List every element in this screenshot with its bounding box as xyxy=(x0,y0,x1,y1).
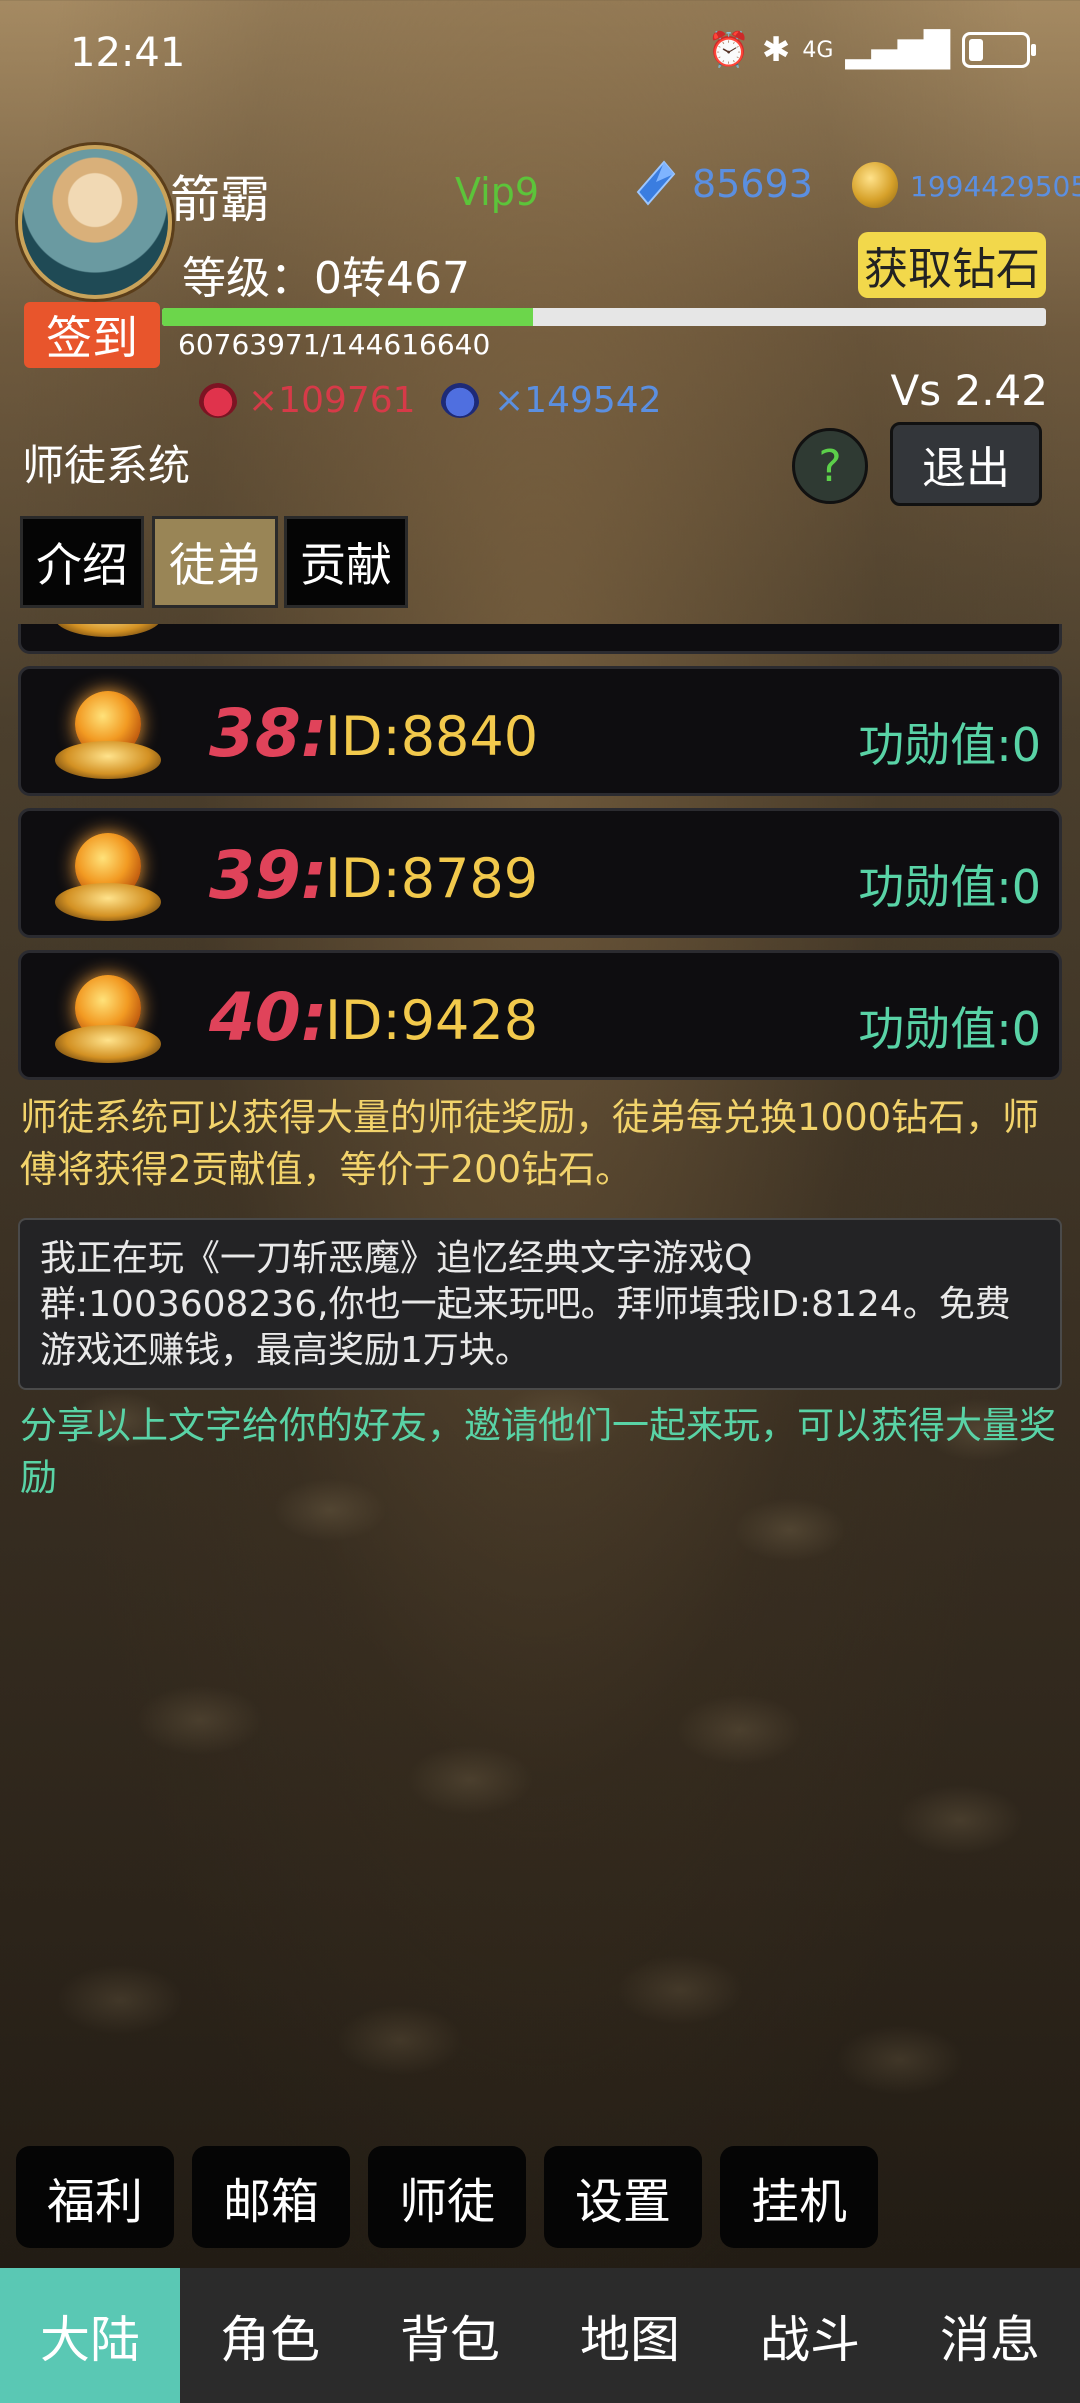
blue-potion-icon xyxy=(440,378,480,418)
mailbox-button[interactable]: 邮箱 xyxy=(192,2146,350,2248)
list-item[interactable]: 39: ID:8789 功勋值:0 xyxy=(18,808,1062,938)
disciple-merit: 功勋值:0 xyxy=(858,1002,1041,1056)
bottom-nav: 大陆 角色 背包 地图 战斗 消息 xyxy=(0,2268,1080,2403)
player-name: 箭霸 xyxy=(170,171,270,229)
alarm-icon: ⏰ xyxy=(707,30,750,70)
disciple-merit: 功勋值:0 xyxy=(858,718,1041,772)
system-description: 师徒系统可以获得大量的师徒奖励，徒弟每兑换1000钻石，师傅将获得2贡献值，等价… xyxy=(20,1096,1040,1191)
list-item[interactable]: 40: ID:9428 功勋值:0 xyxy=(18,950,1062,1080)
disciple-merit: 功勋值:0 xyxy=(858,860,1041,914)
diamond-count: 85693 xyxy=(692,162,813,206)
share-text-box[interactable]: 我正在玩《一刀斩恶魔》追忆经典文字游戏Q群:1003608236,你也一起来玩吧… xyxy=(18,1218,1062,1390)
disciple-rank: 39: xyxy=(209,837,328,914)
disciple-list[interactable]: 38: ID:8840 功勋值:0 39: ID:8789 功勋值:0 40: … xyxy=(18,624,1064,1094)
help-button[interactable]: ? xyxy=(792,428,868,504)
vip-level: Vip9 xyxy=(455,170,540,214)
list-item[interactable]: 38: ID:8840 功勋值:0 xyxy=(18,666,1062,796)
nav-map[interactable]: 地图 xyxy=(540,2268,720,2403)
mentor-button[interactable]: 师徒 xyxy=(368,2146,526,2248)
diamond-icon xyxy=(636,160,676,206)
signin-button[interactable]: 签到 xyxy=(24,302,160,368)
red-potion-count: ×109761 xyxy=(248,380,416,421)
nav-messages[interactable]: 消息 xyxy=(900,2268,1080,2403)
orb-icon xyxy=(49,679,167,787)
disciple-id: ID:8789 xyxy=(325,847,539,910)
welfare-button[interactable]: 福利 xyxy=(16,2146,174,2248)
settings-button[interactable]: 设置 xyxy=(544,2146,702,2248)
tab-contribution[interactable]: 贡献 xyxy=(284,516,408,608)
get-diamond-button[interactable]: 获取钻石 xyxy=(858,232,1046,298)
player-level: 等级：0转467 xyxy=(182,253,470,304)
disciple-id: ID:9428 xyxy=(325,989,539,1052)
network-icon: 4G xyxy=(802,37,834,63)
version-label: Vs 2.42 xyxy=(890,366,1048,415)
avatar[interactable] xyxy=(18,145,172,299)
nav-battle[interactable]: 战斗 xyxy=(720,2268,900,2403)
tab-intro[interactable]: 介绍 xyxy=(20,516,144,608)
orb-icon xyxy=(49,624,167,645)
disciple-rank: 40: xyxy=(209,979,328,1056)
status-icons: ⏰ ✱ 4G ▂▄▆█ xyxy=(707,30,1036,70)
nav-continent[interactable]: 大陆 xyxy=(0,2268,180,2403)
nav-character[interactable]: 角色 xyxy=(180,2268,360,2403)
coin-count: 1994429505 xyxy=(910,170,1080,203)
disciple-rank: 38: xyxy=(209,695,328,772)
status-time: 12:41 xyxy=(70,30,186,76)
orb-icon xyxy=(49,821,167,929)
disciple-id: ID:8840 xyxy=(325,705,539,768)
exp-text: 60763971/144616640 xyxy=(178,328,491,361)
coin-icon xyxy=(852,162,898,208)
exp-progress-fill xyxy=(162,308,534,326)
blue-potion-count: ×149542 xyxy=(494,380,662,421)
nav-backpack[interactable]: 背包 xyxy=(360,2268,540,2403)
exp-progress-bar xyxy=(162,308,1046,326)
idle-button[interactable]: 挂机 xyxy=(720,2146,878,2248)
red-potion-icon xyxy=(198,378,238,418)
signal-icon: ▂▄▆█ xyxy=(845,30,950,70)
tab-disciples[interactable]: 徒弟 xyxy=(152,516,278,608)
share-hint: 分享以上文字给你的好友，邀请他们一起来玩，可以获得大量奖励 xyxy=(20,1404,1056,1499)
exit-button[interactable]: 退出 xyxy=(890,422,1042,506)
bluetooth-icon: ✱ xyxy=(761,30,791,70)
battery-icon xyxy=(962,32,1036,68)
list-item-partial xyxy=(18,624,1062,654)
page-title: 师徒系统 xyxy=(22,441,191,490)
orb-icon xyxy=(49,963,167,1071)
